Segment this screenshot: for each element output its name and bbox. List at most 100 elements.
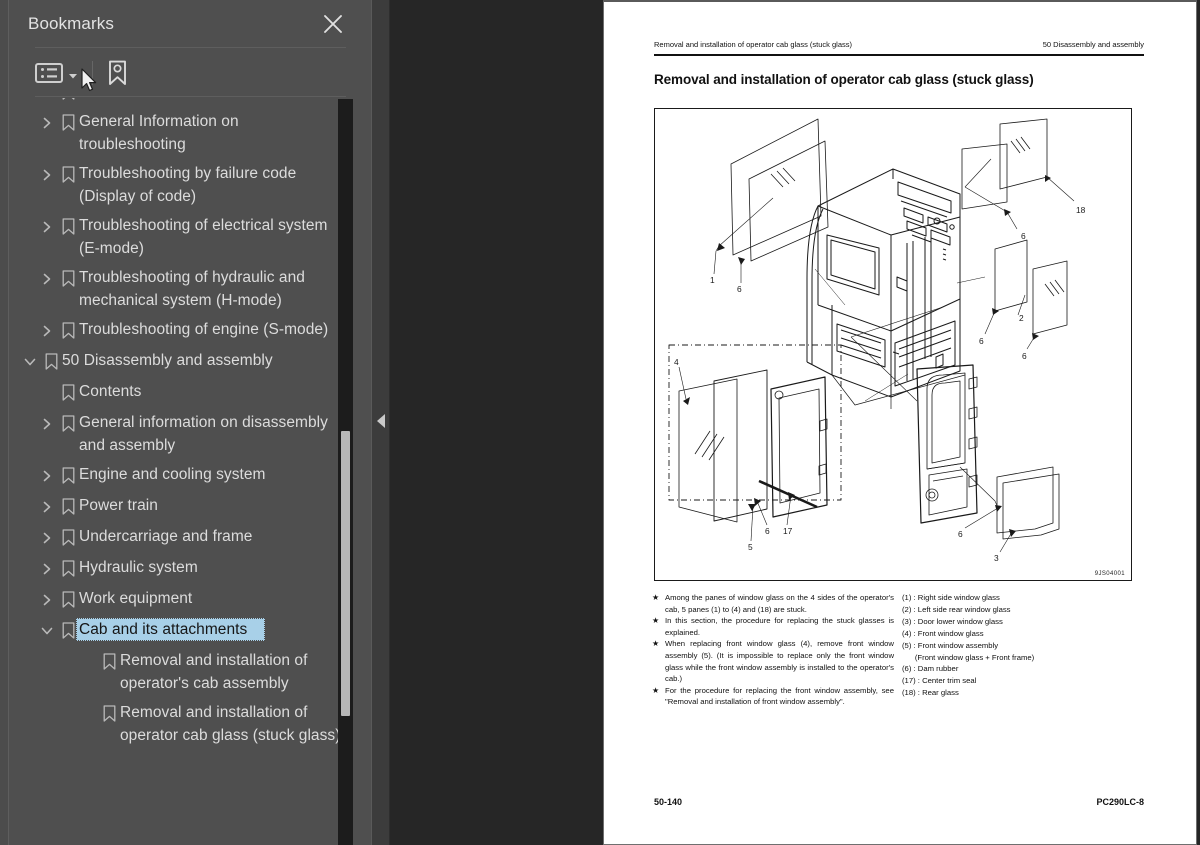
bookmark-item[interactable]: Work equipment [18, 584, 361, 615]
bookmark-icon [57, 463, 79, 488]
bookmark-item[interactable]: Removal and installation of operator cab… [18, 698, 361, 750]
bookmark-item[interactable]: Contents [18, 98, 361, 107]
bookmark-label: Troubleshooting by failure code (Display… [79, 165, 297, 205]
chevron-right-icon[interactable] [37, 463, 57, 488]
legend-item: (6) : Dam rubber [902, 664, 959, 674]
legend-item: (17) : Center trim seal [902, 676, 977, 686]
note-item: ★ When replacing front window glass (4), … [652, 638, 894, 684]
twisty-placeholder [37, 380, 57, 405]
svg-text:17: 17 [783, 526, 793, 536]
bookmark-item[interactable]: General information on disassembly and a… [18, 408, 361, 460]
legend-item: (Front window glass + Front frame) [902, 652, 1035, 662]
legend-item: (5) : Front window assembly [902, 640, 999, 650]
bookmark-icon [98, 701, 120, 726]
bookmark-label: 50 Disassembly and assembly [62, 352, 273, 369]
figure-notes: ★ Among the panes of window glass on the … [652, 592, 894, 708]
bookmark-item[interactable]: General Information on troubleshooting [18, 107, 361, 159]
svg-text:5: 5 [748, 542, 753, 552]
chevron-down-icon[interactable] [37, 618, 57, 643]
bookmark-icon [57, 411, 79, 436]
svg-text:1: 1 [710, 275, 715, 285]
chevron-right-icon[interactable] [37, 411, 57, 436]
bookmarks-panel: Bookmarks General Information on trouble… [0, 0, 372, 845]
bookmark-item[interactable]: 50 Disassembly and assembly [18, 346, 361, 377]
bookmarks-tree-viewport[interactable]: Contents General Information on troublesh… [18, 98, 371, 845]
pdf-reader-window: Bookmarks General Information on trouble… [0, 0, 1200, 845]
document-viewer[interactable]: Removal and installation of operator cab… [391, 0, 1200, 845]
svg-text:6: 6 [979, 336, 984, 346]
bookmark-item[interactable]: Troubleshooting of electrical system (E-… [18, 211, 361, 263]
bookmark-icon [57, 525, 79, 550]
figure-legend: (1) : Right side window glass (2) : Left … [902, 592, 1142, 699]
chevron-right-icon[interactable] [37, 587, 57, 612]
running-head-rule [654, 54, 1144, 56]
chevron-right-icon[interactable] [37, 318, 57, 343]
bookmark-item[interactable]: Troubleshooting of hydraulic and mechani… [18, 263, 361, 315]
bookmark-label: Work equipment [79, 590, 193, 607]
toolbar-divider [92, 60, 93, 85]
bookmark-item[interactable]: Engine and cooling system [18, 460, 361, 491]
bookmark-label: Removal and installation of operator cab… [120, 704, 341, 744]
bookmark-item[interactable]: Power train [18, 491, 361, 522]
list-options-icon [35, 62, 63, 84]
chevron-right-icon[interactable] [37, 214, 57, 239]
bookmark-label: Cab and its attachments [76, 618, 266, 641]
chevron-right-icon[interactable] [37, 162, 57, 187]
bookmark-options-button[interactable] [35, 62, 78, 84]
svg-text:6: 6 [765, 526, 770, 536]
bookmarks-scrollbar[interactable] [338, 99, 353, 845]
svg-text:3: 3 [994, 553, 999, 563]
bookmarks-toolbar [9, 48, 371, 97]
bookmark-item[interactable]: Cab and its attachments [18, 615, 361, 646]
bookmark-item[interactable]: Undercarriage and frame [18, 522, 361, 553]
note-item: ★ For the procedure for replacing the fro… [652, 685, 894, 708]
chevron-right-icon[interactable] [37, 525, 57, 550]
page-footer: 50-140 PC290LC-8 [654, 797, 1144, 807]
bookmark-item[interactable]: Removal and installation of operator's c… [18, 646, 361, 698]
bookmark-icon [57, 110, 79, 135]
toolbar-divider-bottom [35, 96, 346, 97]
bookmark-label: Hydraulic system [79, 559, 198, 576]
page-title: Removal and installation of operator cab… [654, 72, 1034, 87]
note-item: ★ Among the panes of window glass on the … [652, 592, 894, 615]
close-icon[interactable] [321, 12, 345, 36]
document-page: Removal and installation of operator cab… [603, 0, 1197, 845]
bookmark-label: Power train [79, 497, 158, 514]
chevron-right-icon[interactable] [37, 556, 57, 581]
chevron-right-icon[interactable] [37, 494, 57, 519]
chevron-right-icon[interactable] [37, 110, 57, 135]
note-text: When replacing front window glass (4), r… [665, 639, 894, 684]
model-number: PC290LC-8 [1096, 797, 1144, 807]
new-bookmark-button[interactable] [105, 60, 131, 86]
bookmark-icon [57, 556, 79, 581]
twisty-placeholder [78, 649, 98, 674]
bookmark-item[interactable]: Contents [18, 377, 361, 408]
star-icon: ★ [652, 639, 660, 649]
twisty-placeholder [37, 98, 57, 104]
bookmark-icon [57, 587, 79, 612]
figure-id: 9JS04001 [1094, 571, 1125, 577]
bookmark-label: General information on disassembly and a… [79, 414, 328, 454]
page-number: 50-140 [654, 797, 683, 807]
bookmark-label: Undercarriage and frame [79, 528, 253, 545]
figure-drawing: 1 6 18 6 2 6 6 4 6 17 5 6 3 [668, 118, 1086, 563]
legend-item: (18) : Rear glass [902, 688, 959, 698]
bookmark-item[interactable]: Troubleshooting by failure code (Display… [18, 159, 361, 211]
collapse-panel-icon[interactable] [376, 413, 386, 429]
star-icon: ★ [652, 685, 660, 695]
chevron-down-icon[interactable] [20, 349, 40, 374]
legend-item: (2) : Left side rear window glass [902, 604, 1011, 614]
bookmark-item[interactable]: Hydraulic system [18, 553, 361, 584]
bookmarks-panel-inner: Bookmarks General Information on trouble… [8, 0, 371, 845]
chevron-right-icon[interactable] [37, 266, 57, 291]
bookmark-item[interactable]: Troubleshooting of engine (S-mode) [18, 315, 361, 346]
bookmarks-scrollbar-thumb[interactable] [341, 431, 350, 716]
running-head-left: Removal and installation of operator cab… [654, 40, 853, 49]
bookmark-icon [57, 380, 79, 405]
panel-title: Bookmarks [28, 14, 114, 33]
note-text: Among the panes of window glass on the 4… [665, 593, 894, 614]
panel-splitter[interactable] [372, 0, 390, 845]
bookmark-label: Troubleshooting of engine (S-mode) [79, 321, 329, 338]
bookmark-label: General Information on troubleshooting [79, 113, 239, 153]
legend-item: (4) : Front window glass [902, 628, 984, 638]
